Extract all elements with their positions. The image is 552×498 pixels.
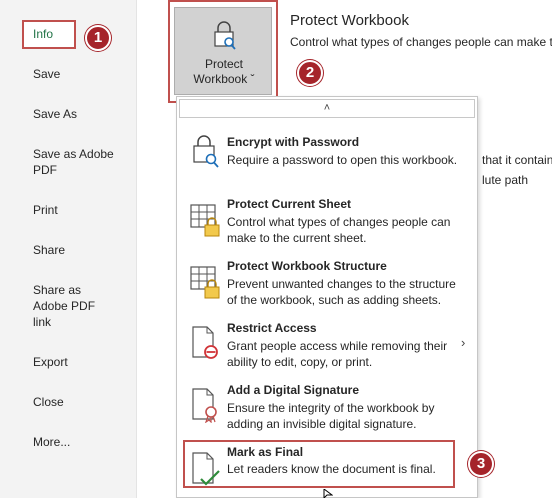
protect-workbook-label: Protect Workbook ˇ [175, 57, 273, 87]
nav-item-info[interactable]: Info [22, 20, 76, 49]
nav-item-save-as-adobe-pdf[interactable]: Save as Adobe PDF [33, 146, 123, 178]
workbook-lock-icon [190, 266, 220, 299]
protect-workbook-menu: ˄ Encrypt with Password Require a passwo… [176, 96, 478, 498]
menu-item-protect-current-sheet[interactable]: Protect Current Sheet Control what types… [178, 193, 478, 249]
lock-key-icon [193, 135, 219, 168]
menu-item-title: Restrict Access [227, 321, 317, 335]
callout-3: 3 [468, 451, 494, 477]
protect-workbook-label-line1: Protect [204, 57, 243, 71]
nav-item-save[interactable]: Save [33, 66, 60, 82]
sheet-lock-icon [190, 204, 220, 237]
nav-item-close[interactable]: Close [33, 394, 64, 410]
menu-item-title: Encrypt with Password [227, 135, 360, 149]
menu-item-restrict-access[interactable]: Restrict Access Grant people access whil… [178, 317, 478, 373]
callout-2: 2 [297, 60, 323, 86]
protect-workbook-label-line2: Workbook ˇ [193, 72, 255, 86]
menu-item-description: Require a password to open this workbook… [227, 153, 458, 167]
scroll-up-icon: ˄ [323, 102, 331, 114]
menu-item-add-digital-signature[interactable]: Add a Digital Signature Ensure the integ… [178, 379, 478, 435]
menu-item-description: Ensure the integrity of the workbook by … [227, 401, 435, 431]
mark-as-final-highlight [183, 440, 455, 488]
callout-1: 1 [85, 25, 111, 51]
background-text-2: lute path [482, 173, 529, 187]
menu-scroll-up-button[interactable]: ˄ [179, 99, 475, 118]
menu-item-description: Prevent unwanted changes to the structur… [227, 277, 456, 307]
nav-item-share-as-adobe-pdf-link[interactable]: Share as Adobe PDF link [33, 282, 113, 330]
protect-workbook-button[interactable]: Protect Workbook ˇ [174, 7, 272, 95]
nav-item-info-label: Info [33, 27, 54, 41]
menu-item-protect-workbook-structure[interactable]: Protect Workbook Structure Prevent unwan… [178, 255, 478, 311]
nav-item-print[interactable]: Print [33, 202, 58, 218]
menu-item-encrypt-with-password[interactable]: Encrypt with Password Require a password… [178, 131, 478, 181]
mouse-cursor-icon [323, 489, 333, 498]
signature-icon [192, 388, 217, 423]
background-text-1: that it contain [482, 153, 552, 167]
menu-item-title: Protect Workbook Structure [227, 259, 387, 273]
menu-item-description: Control what types of changes people can… [227, 215, 451, 245]
menu-item-title: Protect Current Sheet [227, 197, 352, 211]
nav-item-save-as[interactable]: Save As [33, 106, 77, 122]
menu-item-title: Add a Digital Signature [227, 383, 360, 397]
menu-item-description: Grant people access while removing their… [227, 339, 448, 369]
restrict-icon [192, 326, 218, 359]
section-title: Protect Workbook [290, 12, 409, 29]
nav-item-more[interactable]: More... [33, 434, 70, 450]
lock-key-icon [214, 21, 236, 50]
backstage-nav: Info Save Save As Save as Adobe PDF Prin… [0, 0, 137, 498]
submenu-chevron-icon: › [461, 335, 466, 350]
nav-item-export[interactable]: Export [33, 354, 68, 370]
nav-item-share[interactable]: Share [33, 242, 65, 258]
section-description: Control what types of changes people can… [290, 35, 552, 49]
